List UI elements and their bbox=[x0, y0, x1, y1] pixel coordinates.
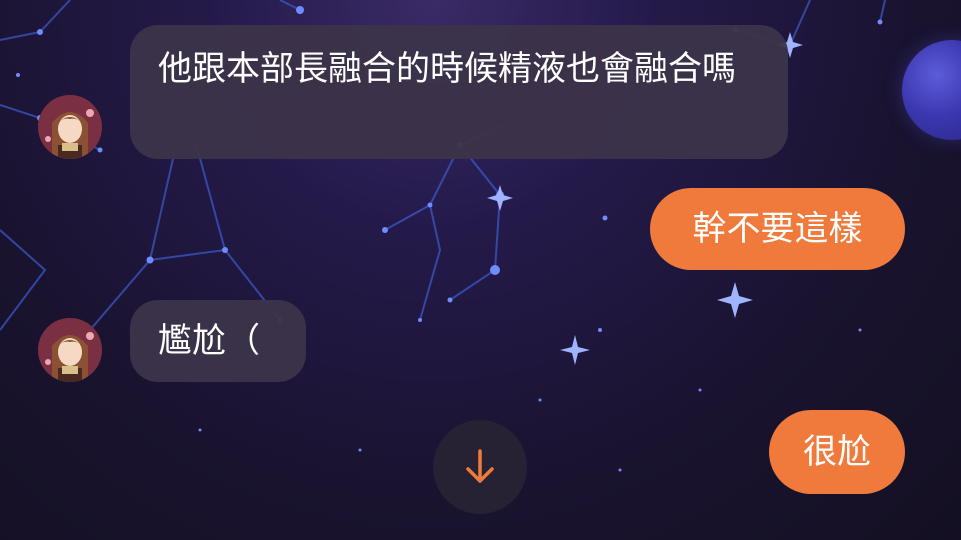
message-bubble-outgoing[interactable]: 幹不要這樣 bbox=[650, 188, 905, 270]
scroll-to-bottom-button[interactable] bbox=[433, 420, 527, 514]
message-text: 很尬 bbox=[803, 432, 871, 472]
message-bubble-outgoing[interactable]: 很尬 bbox=[769, 410, 905, 494]
arrow-down-icon bbox=[466, 449, 494, 483]
message-bubble-incoming[interactable]: 尷尬（ bbox=[130, 300, 306, 382]
contact-avatar[interactable] bbox=[38, 95, 102, 159]
contact-avatar[interactable] bbox=[38, 318, 102, 382]
message-text: 幹不要這樣 bbox=[692, 209, 863, 249]
anime-girl-avatar-icon bbox=[38, 95, 102, 159]
message-text: 他跟本部長融合的時候精液也會融合嗎 bbox=[158, 49, 736, 89]
message-text: 尷尬（ bbox=[158, 321, 260, 361]
message-bubble-incoming[interactable]: 他跟本部長融合的時候精液也會融合嗎 bbox=[130, 25, 788, 159]
anime-girl-avatar-icon bbox=[38, 318, 102, 382]
